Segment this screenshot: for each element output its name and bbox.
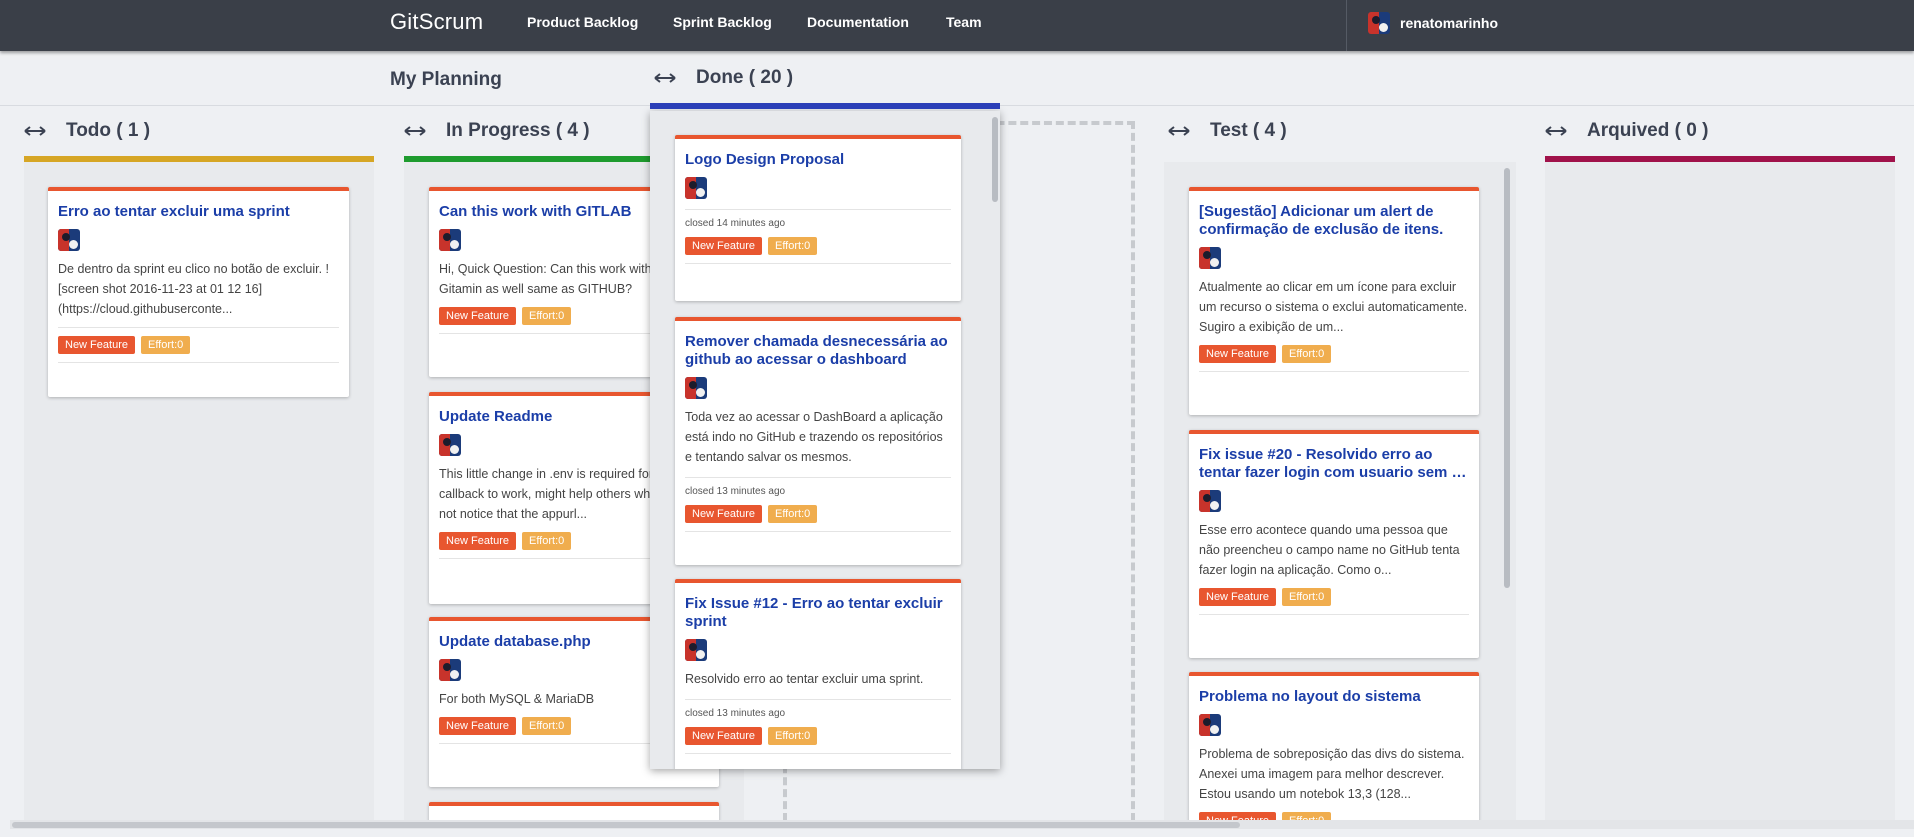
tag-label[interactable]: New Feature bbox=[1199, 812, 1276, 820]
card-tags: New Feature Effort:0 bbox=[685, 237, 951, 264]
user-menu[interactable]: renatomarinho bbox=[1368, 12, 1498, 34]
column-scrollbar[interactable] bbox=[992, 117, 998, 202]
task-card[interactable]: [Sugestão] Adicionar um alert de confirm… bbox=[1189, 187, 1479, 415]
card-title[interactable]: Erro ao tentar excluir uma sprint bbox=[58, 203, 339, 221]
card-title[interactable]: Logo Design Proposal bbox=[685, 151, 951, 169]
card-tags: New Feature Effort:0 bbox=[58, 327, 339, 363]
column-done-dragging[interactable]: Logo Design Proposal closed 14 minutes a… bbox=[650, 111, 1000, 769]
effort-badge[interactable]: Effort:0 bbox=[1281, 812, 1332, 820]
card-tags: New Feature Effort:0 bbox=[1199, 345, 1469, 372]
assignee-avatar bbox=[439, 659, 461, 681]
drag-handle-icon[interactable] bbox=[654, 71, 676, 85]
top-navbar: GitScrum Product Backlog Sprint Backlog … bbox=[0, 0, 1914, 51]
column-header-in-progress[interactable]: In Progress ( 4 ) bbox=[404, 120, 590, 142]
column-title: Done ( 20 ) bbox=[696, 67, 794, 88]
card-tags: New Feature Effort:0 bbox=[685, 727, 951, 754]
column-header-test[interactable]: Test ( 4 ) bbox=[1168, 120, 1287, 142]
assignee-avatar bbox=[439, 434, 461, 456]
tag-label[interactable]: New Feature bbox=[439, 307, 516, 325]
card-description: Atualmente ao clicar em um ícone para ex… bbox=[1199, 280, 1468, 334]
column-body: [Sugestão] Adicionar um alert de confirm… bbox=[1164, 162, 1516, 820]
column-arquived: Arquived ( 0 ) bbox=[1545, 120, 1895, 820]
closed-timestamp: closed 13 minutes ago bbox=[685, 699, 951, 719]
page-title: My Planning bbox=[390, 69, 502, 90]
scrollbar-thumb[interactable] bbox=[12, 822, 1240, 828]
tag-label[interactable]: New Feature bbox=[685, 237, 762, 255]
card-description: De dentro da sprint eu clico no botão de… bbox=[58, 262, 329, 316]
column-color-bar-done bbox=[650, 103, 1000, 109]
card-title[interactable]: [Sugestão] Adicionar um alert de confirm… bbox=[1199, 203, 1469, 239]
column-title: Todo ( 1 ) bbox=[66, 120, 151, 141]
column-body: Erro ao tentar excluir uma sprint De den… bbox=[24, 162, 374, 820]
task-card[interactable]: Remover chamada desnecessária ao github … bbox=[675, 317, 961, 565]
assignee-avatar bbox=[1199, 490, 1221, 512]
closed-timestamp: closed 13 minutes ago bbox=[685, 477, 951, 497]
tag-label[interactable]: New Feature bbox=[1199, 588, 1276, 606]
tag-label[interactable]: New Feature bbox=[1199, 345, 1276, 363]
user-avatar bbox=[1368, 12, 1390, 34]
drag-handle-icon[interactable] bbox=[1545, 124, 1567, 138]
tag-label[interactable]: New Feature bbox=[439, 532, 516, 550]
task-card[interactable] bbox=[429, 802, 719, 820]
assignee-avatar bbox=[58, 229, 80, 251]
assignee-avatar bbox=[1199, 247, 1221, 269]
brand-logo[interactable]: GitScrum bbox=[390, 9, 483, 35]
effort-badge[interactable]: Effort:0 bbox=[521, 717, 572, 735]
card-tags: New Feature Effort:0 bbox=[1199, 812, 1469, 820]
drag-handle-icon[interactable] bbox=[404, 124, 426, 138]
tag-label[interactable]: New Feature bbox=[685, 727, 762, 745]
task-card[interactable]: Problema no layout do sistema Problema d… bbox=[1189, 672, 1479, 820]
tag-label[interactable]: New Feature bbox=[58, 336, 135, 354]
effort-badge[interactable]: Effort:0 bbox=[521, 307, 572, 325]
drag-handle-icon[interactable] bbox=[24, 124, 46, 138]
drag-handle-icon[interactable] bbox=[1168, 124, 1190, 138]
assignee-avatar bbox=[685, 377, 707, 399]
card-description: Esse erro acontece quando uma pessoa que… bbox=[1199, 523, 1460, 577]
assignee-avatar bbox=[1199, 714, 1221, 736]
effort-badge[interactable]: Effort:0 bbox=[521, 532, 572, 550]
card-tags: New Feature Effort:0 bbox=[685, 505, 951, 532]
card-description: Problema de sobreposição das divs do sis… bbox=[1199, 747, 1465, 801]
column-title: Test ( 4 ) bbox=[1210, 120, 1287, 141]
closed-timestamp: closed 14 minutes ago bbox=[685, 209, 951, 229]
card-description: Resolvido erro ao tentar excluir uma spr… bbox=[685, 672, 924, 686]
effort-badge[interactable]: Effort:0 bbox=[1281, 588, 1332, 606]
column-header-todo[interactable]: Todo ( 1 ) bbox=[24, 120, 150, 142]
nav-product-backlog[interactable]: Product Backlog bbox=[527, 14, 638, 30]
task-card[interactable]: Erro ao tentar excluir uma sprint De den… bbox=[48, 187, 349, 397]
task-card[interactable]: Logo Design Proposal closed 14 minutes a… bbox=[675, 135, 961, 301]
card-title[interactable]: Problema no layout do sistema bbox=[1199, 688, 1469, 706]
column-todo: Todo ( 1 ) Erro ao tentar excluir uma sp… bbox=[24, 120, 374, 820]
effort-badge[interactable]: Effort:0 bbox=[767, 505, 818, 523]
card-description: Toda vez ao acessar o DashBoard a aplica… bbox=[685, 410, 943, 464]
nav-documentation[interactable]: Documentation bbox=[807, 14, 909, 30]
assignee-avatar bbox=[685, 177, 707, 199]
task-card[interactable]: Fix issue #20 - Resolvido erro ao tentar… bbox=[1189, 430, 1479, 658]
card-title[interactable]: Fix Issue #12 - Erro ao tentar excluir s… bbox=[685, 595, 951, 631]
effort-badge[interactable]: Effort:0 bbox=[140, 336, 191, 354]
effort-badge[interactable]: Effort:0 bbox=[767, 727, 818, 745]
nav-divider bbox=[1346, 0, 1347, 51]
card-title[interactable]: Fix issue #20 - Resolvido erro ao tentar… bbox=[1199, 446, 1469, 482]
nav-sprint-backlog[interactable]: Sprint Backlog bbox=[673, 14, 772, 30]
column-title: Arquived ( 0 ) bbox=[1587, 120, 1709, 141]
tag-label[interactable]: New Feature bbox=[439, 717, 516, 735]
task-card[interactable]: Fix Issue #12 - Erro ao tentar excluir s… bbox=[675, 579, 961, 769]
tag-label[interactable]: New Feature bbox=[685, 505, 762, 523]
column-header-arquived[interactable]: Arquived ( 0 ) bbox=[1545, 120, 1708, 142]
card-title[interactable]: Remover chamada desnecessária ao github … bbox=[685, 333, 951, 369]
card-tags: New Feature Effort:0 bbox=[1199, 588, 1469, 615]
assignee-avatar bbox=[439, 229, 461, 251]
effort-badge[interactable]: Effort:0 bbox=[767, 237, 818, 255]
column-header-done[interactable]: Done ( 20 ) bbox=[654, 67, 793, 89]
column-test: Test ( 4 ) [Sugestão] Adicionar um alert… bbox=[1164, 120, 1516, 820]
column-body bbox=[1545, 162, 1895, 820]
user-name: renatomarinho bbox=[1400, 15, 1499, 31]
effort-badge[interactable]: Effort:0 bbox=[1281, 345, 1332, 363]
column-title: In Progress ( 4 ) bbox=[446, 120, 590, 141]
assignee-avatar bbox=[685, 639, 707, 661]
nav-team[interactable]: Team bbox=[946, 14, 982, 30]
column-scrollbar[interactable] bbox=[1504, 168, 1510, 588]
